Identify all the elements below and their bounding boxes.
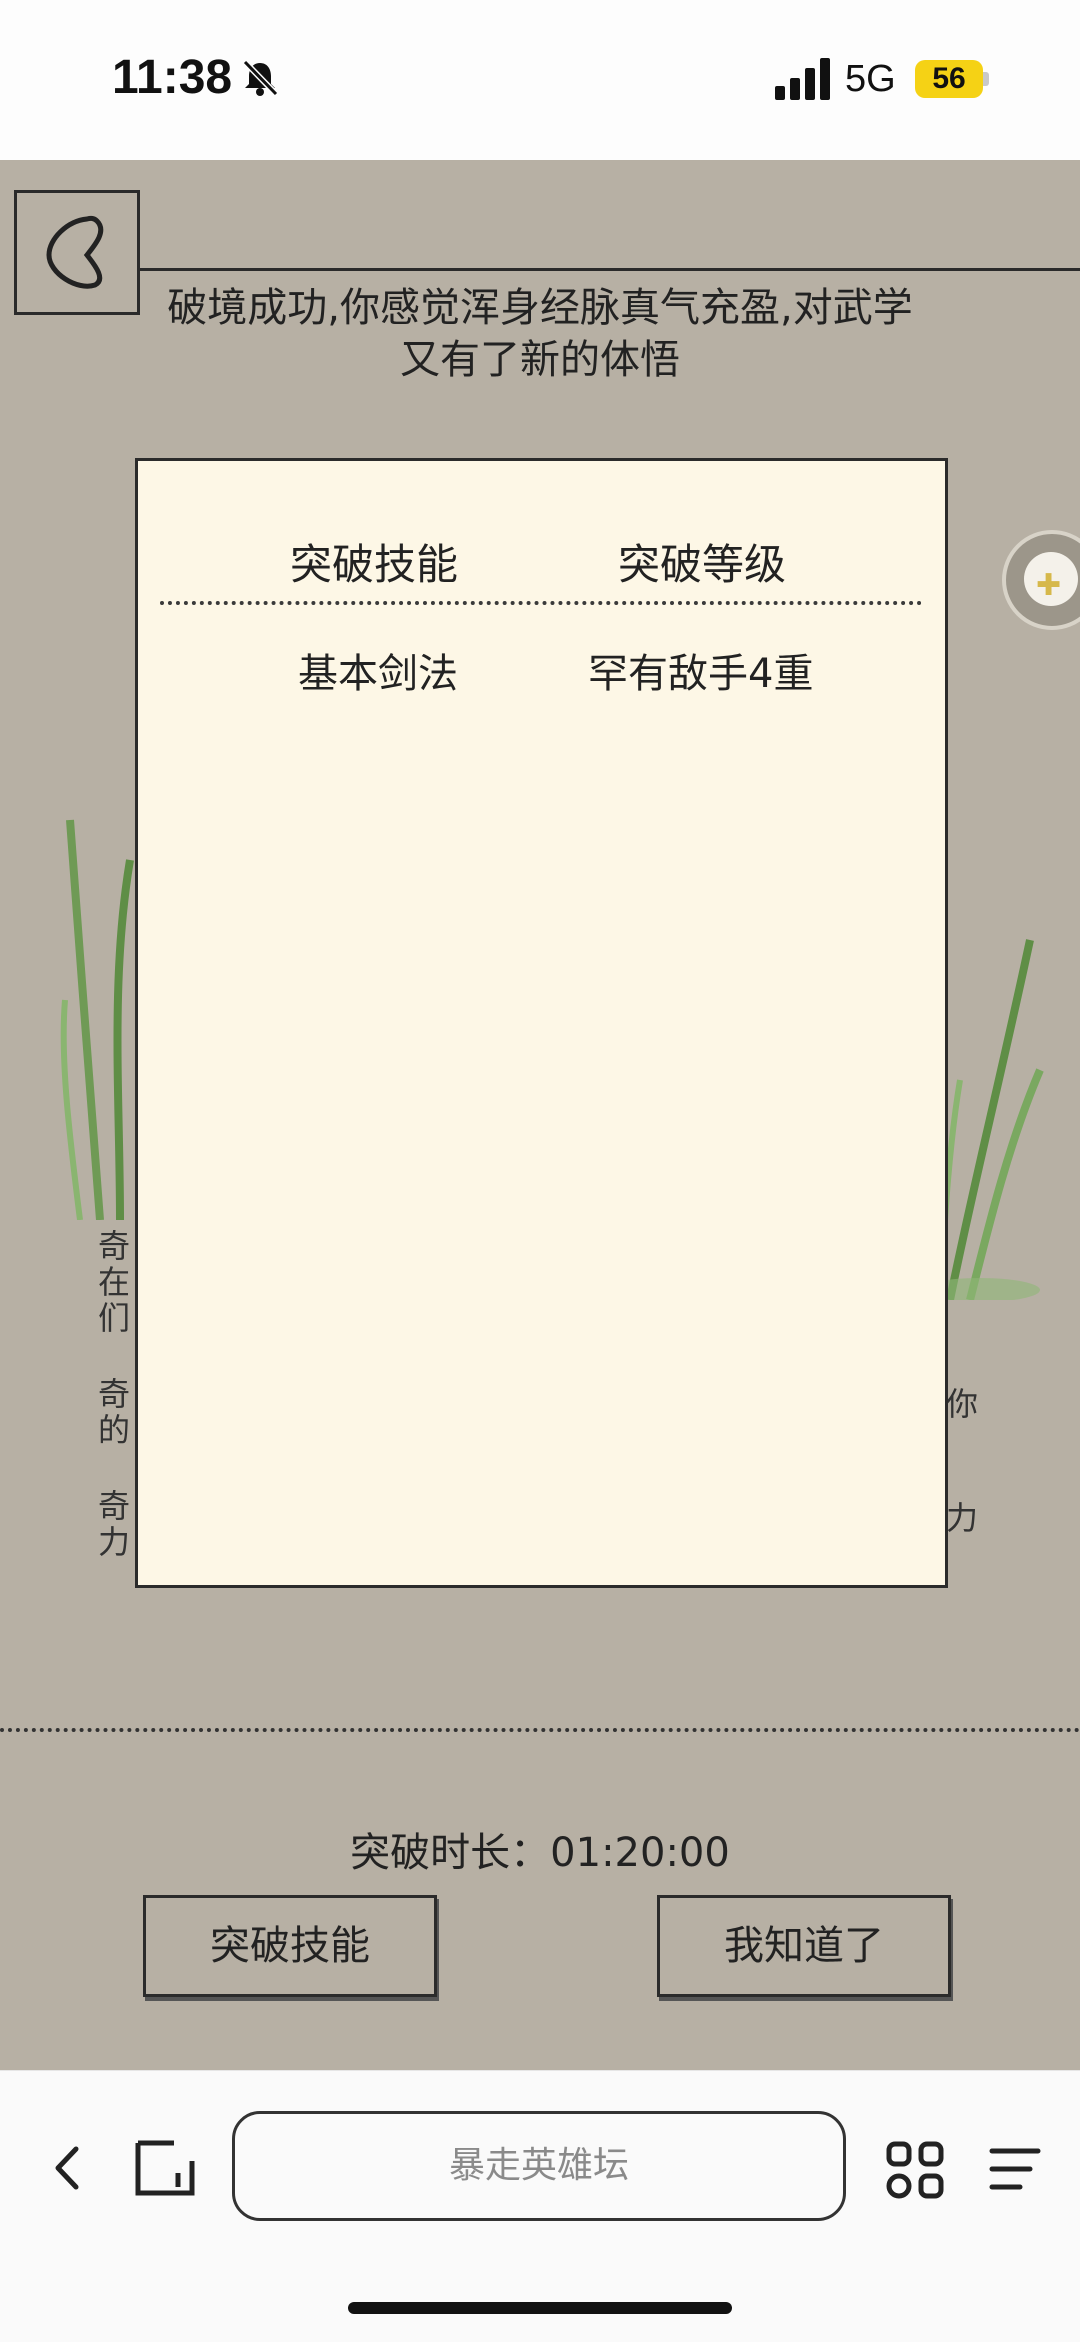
- side-text-left: 奇 在 们 奇 的 奇 力: [98, 1227, 131, 1561]
- status-bar: 11:38 5G 56: [0, 0, 1080, 160]
- footer-divider-dotted: [0, 1728, 1080, 1732]
- row-skill-level: 罕有敌手4重: [588, 651, 814, 697]
- back-button[interactable]: [14, 190, 140, 315]
- side-text-right: 你 力: [946, 1385, 979, 1537]
- clock: 11:38: [112, 51, 233, 104]
- breakthrough-skill-button[interactable]: 突破技能: [143, 1895, 437, 1997]
- chevron-left-icon[interactable]: [50, 2143, 84, 2193]
- header-skill: 突破技能: [290, 540, 459, 589]
- duration-value: 01:20:00: [550, 1830, 730, 1876]
- sparkle-icon: ✚: [1036, 568, 1062, 603]
- address-bar[interactable]: 暴走英雄坛: [232, 2111, 846, 2221]
- breakthrough-message: 破境成功,你感觉浑身经脉真气充盈,对武学又有了新的体悟: [167, 285, 913, 383]
- row-skill-name: 基本剑法: [298, 651, 458, 697]
- breakthrough-duration: 突破时长：01:20:00: [0, 1820, 1080, 1878]
- network-type: 5G: [845, 58, 896, 100]
- apps-grid-icon[interactable]: [886, 2141, 944, 2199]
- header-level: 突破等级: [618, 540, 787, 589]
- header-divider: [140, 268, 1080, 271]
- breakthrough-result-panel: 突破技能 突破等级 基本剑法 罕有敌手4重: [135, 458, 948, 1588]
- menu-icon[interactable]: [986, 2145, 1042, 2193]
- home-indicator[interactable]: [348, 2302, 732, 2314]
- floating-assistant-button[interactable]: ✚: [1002, 530, 1080, 630]
- battery-indicator: 56: [915, 60, 983, 98]
- signal-icon: [775, 58, 830, 100]
- confirm-button[interactable]: 我知道了: [657, 1895, 951, 1997]
- back-icon: [46, 215, 104, 289]
- tabs-icon[interactable]: [134, 2139, 196, 2197]
- game-screen: 破境成功,你感觉浑身经脉真气充盈,对武学又有了新的体悟 奇 在 们 奇 的 奇 …: [0, 160, 1080, 2070]
- bell-muted-icon: [242, 59, 279, 97]
- grass-right-decoration: [930, 939, 1044, 1300]
- battery-tip: [983, 72, 989, 86]
- header-divider-dotted: [160, 601, 922, 605]
- duration-label: 突破时长：: [350, 1830, 551, 1876]
